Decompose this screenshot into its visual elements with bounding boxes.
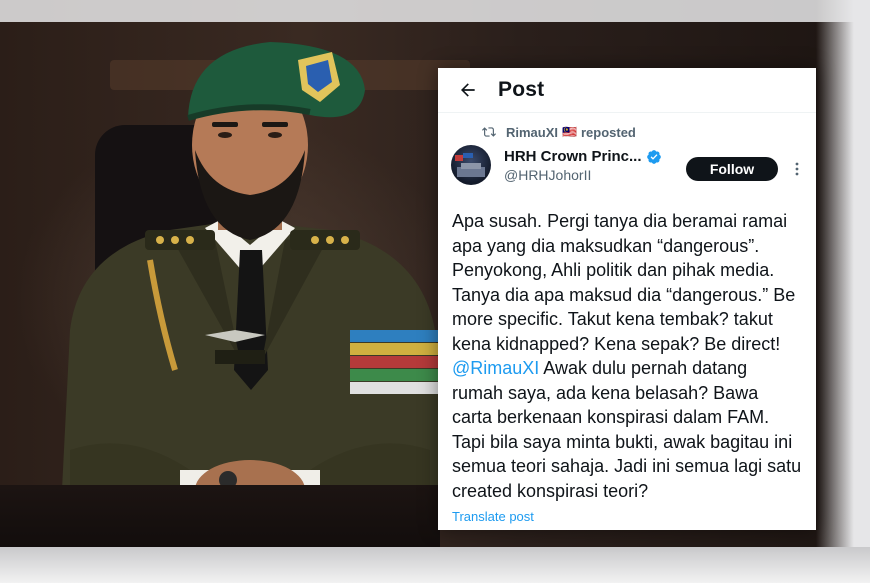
post-text-part-1: Apa susah. Pergi tanya dia beramai ramai… xyxy=(452,211,796,354)
verified-badge-icon xyxy=(646,149,662,165)
post-text-part-2: Awak dulu pernah datang rumah saya, ada … xyxy=(452,358,802,501)
repost-icon xyxy=(482,125,496,139)
post-screenshot-card: Post RimauXI 🇲🇾 reposted HRH Crown Princ… xyxy=(438,68,816,530)
repost-label: reposted xyxy=(580,124,636,140)
photo-frame-right xyxy=(816,0,870,583)
repost-username[interactable]: RimauXI xyxy=(506,125,558,140)
desk xyxy=(0,485,440,549)
medal-ribbons xyxy=(350,330,440,394)
page-title: Post xyxy=(498,78,545,101)
photo-frame-bottom xyxy=(0,547,870,583)
author-row: HRH Crown Princ... @HRHJohorII Follow xyxy=(438,145,816,193)
author-info: HRH Crown Princ... @HRHJohorII xyxy=(504,145,662,183)
mention-link[interactable]: @RimauXI xyxy=(452,358,539,378)
translate-post-link[interactable]: Translate post xyxy=(452,509,534,524)
post-header: Post xyxy=(438,68,816,113)
follow-button[interactable]: Follow xyxy=(686,157,778,181)
back-arrow-icon[interactable] xyxy=(438,68,498,112)
author-handle[interactable]: @HRHJohorII xyxy=(504,167,662,183)
repost-indicator: RimauXI 🇲🇾 reposted xyxy=(482,123,816,141)
post-text: Apa susah. Pergi tanya dia beramai ramai… xyxy=(452,209,802,503)
photo-frame-top xyxy=(0,0,870,22)
more-options-icon[interactable] xyxy=(790,157,804,181)
military-officer-photo xyxy=(60,42,450,530)
tie xyxy=(234,250,268,390)
author-display-name[interactable]: HRH Crown Princ... xyxy=(504,148,642,165)
malaysia-flag-emoji: 🇲🇾 xyxy=(562,125,577,139)
avatar[interactable] xyxy=(451,145,491,185)
